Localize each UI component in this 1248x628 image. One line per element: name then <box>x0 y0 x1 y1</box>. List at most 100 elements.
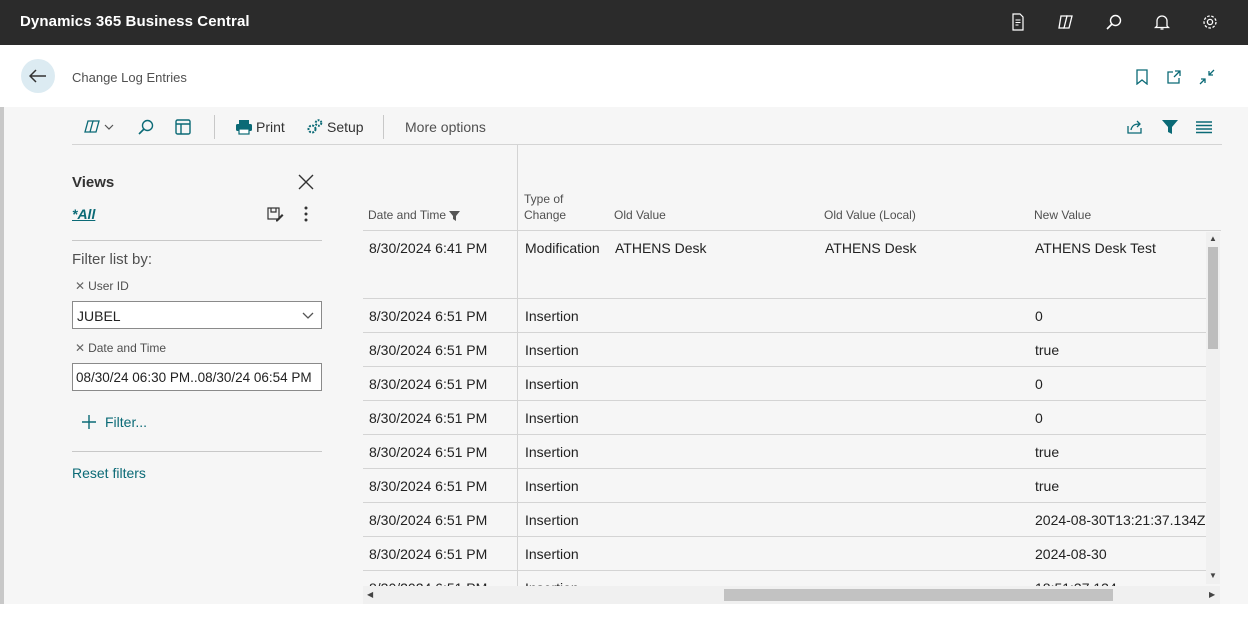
column-divider <box>517 503 518 536</box>
scroll-right-icon[interactable]: ▶ <box>1209 590 1215 599</box>
share-icon <box>1127 120 1142 134</box>
table-row[interactable]: 8/30/2024 6:51 PM Insertion 2024-08-30 <box>363 537 1206 571</box>
list-view-button[interactable] <box>1195 117 1213 137</box>
horizontal-scrollbar[interactable]: ◀ ▶ <box>363 586 1220 604</box>
more-icon[interactable] <box>300 204 312 224</box>
open-new-window-icon[interactable] <box>1165 68 1183 86</box>
more-options-button[interactable]: More options <box>405 117 486 137</box>
save-view-icon[interactable] <box>266 205 284 223</box>
chevron-down-icon[interactable] <box>301 308 315 325</box>
column-divider <box>517 231 518 298</box>
table-row[interactable]: 8/30/2024 6:51 PM Insertion 0 <box>363 401 1206 435</box>
table-row[interactable]: 8/30/2024 6:51 PM Insertion 2024-08-30T13:… <box>363 503 1206 537</box>
column-divider <box>517 537 518 570</box>
search-list-button[interactable] <box>137 117 155 137</box>
cell-type[interactable]: Insertion <box>525 546 579 562</box>
app-name[interactable]: Dynamics 365 Business Central <box>20 13 250 30</box>
print-button[interactable]: Print <box>235 117 285 137</box>
cell-type[interactable]: Insertion <box>525 512 579 528</box>
divider <box>72 240 322 241</box>
remove-filter-icon[interactable]: ✕ <box>75 279 85 293</box>
cell-new[interactable]: true <box>1035 478 1059 494</box>
plus-icon <box>82 415 96 429</box>
setup-button[interactable]: Setup <box>306 117 364 137</box>
date-time-field[interactable]: 08/30/24 06:30 PM..08/30/24 06:54 PM <box>72 363 322 391</box>
table-row[interactable]: 8/30/2024 6:41 PM Modification ATHENS Desk… <box>363 231 1206 299</box>
column-divider <box>517 333 518 366</box>
gear-icon[interactable] <box>1199 11 1221 33</box>
table-row[interactable]: 8/30/2024 6:51 PM Insertion true <box>363 469 1206 503</box>
cell-new[interactable]: ATHENS Desk Test <box>1035 240 1156 256</box>
collapse-icon[interactable] <box>1198 68 1216 86</box>
table-row[interactable]: 8/30/2024 6:51 PM Insertion 0 <box>363 299 1206 333</box>
view-all-link[interactable]: *All <box>72 206 95 222</box>
toolbar-divider <box>383 115 384 139</box>
filter-icon <box>1162 120 1178 134</box>
cell-new[interactable]: 2024-08-30T13:21:37.134Z <box>1035 512 1205 528</box>
column-header-new-value[interactable]: New Value <box>1034 207 1091 223</box>
change-log-grid: Date and Time Type of Change Old Value O… <box>363 145 1221 604</box>
cell-new[interactable]: 0 <box>1035 410 1043 426</box>
cell-type[interactable]: Modification <box>525 240 600 256</box>
add-filter-button[interactable]: Filter... <box>80 413 147 431</box>
cell-old-local[interactable]: ATHENS Desk <box>825 240 917 256</box>
copilot-icon[interactable] <box>1055 11 1077 33</box>
column-header-type-of-change[interactable]: Type of Change <box>524 191 566 223</box>
back-button[interactable] <box>21 59 55 93</box>
vertical-scroll-thumb[interactable] <box>1208 247 1218 349</box>
column-header-date-time[interactable]: Date and Time <box>368 207 461 223</box>
column-divider <box>517 469 518 502</box>
filter-label-user-id: ✕ User ID <box>75 279 129 293</box>
reset-filters-link[interactable]: Reset filters <box>72 465 146 481</box>
cell-date[interactable]: 8/30/2024 6:51 PM <box>369 410 487 426</box>
cell-type[interactable]: Insertion <box>525 478 579 494</box>
cell-type[interactable]: Insertion <box>525 376 579 392</box>
cell-new[interactable]: 2024-08-30 <box>1035 546 1107 562</box>
layout-button[interactable] <box>174 117 192 137</box>
table-row[interactable]: 8/30/2024 6:51 PM Insertion true <box>363 435 1206 469</box>
horizontal-scroll-thumb[interactable] <box>724 589 1113 601</box>
filter-by-label: Filter list by: <box>72 251 153 268</box>
cell-date[interactable]: 8/30/2024 6:41 PM <box>369 240 487 256</box>
table-row[interactable]: 8/30/2024 6:51 PM Insertion true <box>363 333 1206 367</box>
document-search-icon[interactable] <box>1007 11 1029 33</box>
cell-old[interactable]: ATHENS Desk <box>615 240 707 256</box>
share-button[interactable] <box>1126 117 1144 137</box>
column-header-old-value[interactable]: Old Value <box>614 207 666 223</box>
scroll-left-icon[interactable]: ◀ <box>367 590 373 599</box>
column-divider <box>517 401 518 434</box>
action-bar: Print Setup More options <box>72 107 1222 145</box>
cell-new[interactable]: true <box>1035 342 1059 358</box>
copilot-menu-button[interactable] <box>84 117 116 137</box>
column-header-old-value-local[interactable]: Old Value (Local) <box>824 207 916 223</box>
bookmark-icon[interactable] <box>1133 68 1151 86</box>
scroll-down-icon[interactable]: ▼ <box>1209 571 1217 580</box>
cell-new[interactable]: true <box>1035 444 1059 460</box>
cell-date[interactable]: 8/30/2024 6:51 PM <box>369 512 487 528</box>
user-id-field[interactable]: JUBEL <box>72 301 322 329</box>
search-icon[interactable] <box>1103 11 1125 33</box>
table-row[interactable]: 8/30/2024 6:51 PM Insertion 0 <box>363 367 1206 401</box>
cell-date[interactable]: 8/30/2024 6:51 PM <box>369 546 487 562</box>
cell-new[interactable]: 0 <box>1035 308 1043 324</box>
cell-date[interactable]: 8/30/2024 6:51 PM <box>369 376 487 392</box>
close-pane-icon[interactable] <box>296 172 316 192</box>
grid-rows: 8/30/2024 6:41 PM Modification ATHENS Desk… <box>363 231 1206 604</box>
printer-icon <box>236 120 252 135</box>
bell-icon[interactable] <box>1151 11 1173 33</box>
cell-new[interactable]: 0 <box>1035 376 1043 392</box>
layout-icon <box>175 119 191 135</box>
cell-date[interactable]: 8/30/2024 6:51 PM <box>369 444 487 460</box>
cell-type[interactable]: Insertion <box>525 308 579 324</box>
scroll-up-icon[interactable]: ▲ <box>1209 234 1217 243</box>
cell-type[interactable]: Insertion <box>525 410 579 426</box>
vertical-scrollbar[interactable]: ▲ ▼ <box>1206 232 1220 584</box>
filter-pane-button[interactable] <box>1161 117 1179 137</box>
cell-date[interactable]: 8/30/2024 6:51 PM <box>369 478 487 494</box>
cell-type[interactable]: Insertion <box>525 342 579 358</box>
remove-filter-icon[interactable]: ✕ <box>75 341 85 355</box>
cell-type[interactable]: Insertion <box>525 444 579 460</box>
gears-icon <box>307 119 323 134</box>
cell-date[interactable]: 8/30/2024 6:51 PM <box>369 308 487 324</box>
cell-date[interactable]: 8/30/2024 6:51 PM <box>369 342 487 358</box>
